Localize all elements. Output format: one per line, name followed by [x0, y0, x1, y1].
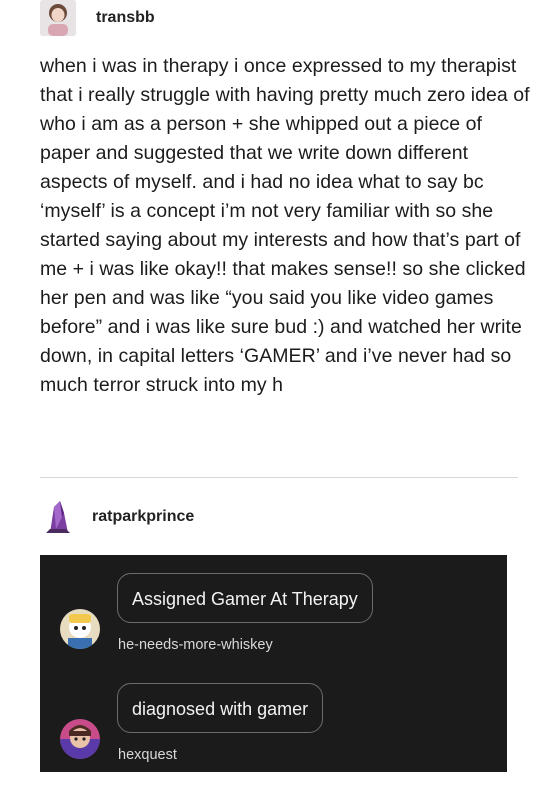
cartoon-avatar-icon[interactable]	[60, 609, 100, 649]
username[interactable]: ratparkprince	[92, 508, 194, 526]
reply-username[interactable]: he-needs-more-whiskey	[118, 637, 273, 653]
reply-bubble: diagnosed with gamer	[117, 683, 324, 733]
post-body-text: when i was in therapy i once expressed t…	[40, 55, 530, 396]
reply-username[interactable]: hexquest	[118, 747, 177, 763]
user-avatar-icon[interactable]	[40, 0, 76, 36]
reply-bubble: Assigned Gamer At Therapy	[117, 573, 373, 623]
character-avatar-icon[interactable]	[60, 719, 100, 759]
crystal-avatar-icon[interactable]	[40, 499, 76, 535]
reblog-header: ratparkprince	[40, 497, 194, 537]
username[interactable]: transbb	[96, 9, 155, 27]
replies-panel: Assigned Gamer At Therapy he-needs-more-…	[40, 555, 507, 772]
divider	[40, 477, 518, 478]
post-header: transbb	[40, 0, 155, 38]
